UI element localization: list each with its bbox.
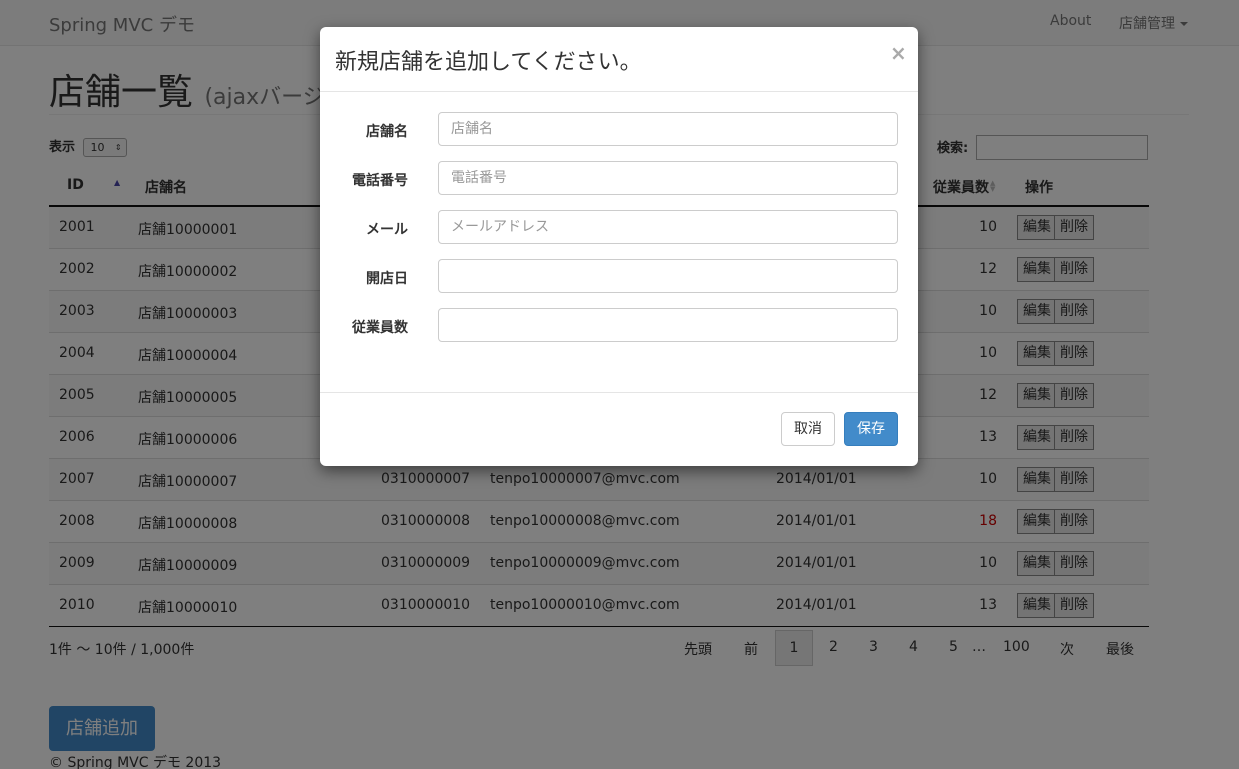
phone-input[interactable]: 電話番号 xyxy=(438,161,898,195)
modal-header-divider xyxy=(320,91,918,92)
cancel-button[interactable]: 取消 xyxy=(781,412,835,446)
store-name-label: 店舗名 xyxy=(366,124,408,140)
open-date-input[interactable] xyxy=(438,259,898,293)
phone-label: 電話番号 xyxy=(352,173,408,189)
employees-input[interactable] xyxy=(438,308,898,342)
store-name-input[interactable]: 店舗名 xyxy=(438,112,898,146)
save-button[interactable]: 保存 xyxy=(844,412,898,446)
employees-label: 従業員数 xyxy=(352,320,408,336)
email-input[interactable]: メールアドレス xyxy=(438,210,898,244)
close-icon[interactable]: × xyxy=(890,41,907,65)
open-date-label: 開店日 xyxy=(366,271,408,287)
add-store-modal: 新規店舗を追加してください。 × 店舗名 店舗名 電話番号 電話番号 メール メ… xyxy=(320,27,918,466)
email-label: メール xyxy=(366,222,408,238)
modal-footer-divider xyxy=(320,392,918,393)
modal-title: 新規店舗を追加してください。 xyxy=(335,50,642,75)
